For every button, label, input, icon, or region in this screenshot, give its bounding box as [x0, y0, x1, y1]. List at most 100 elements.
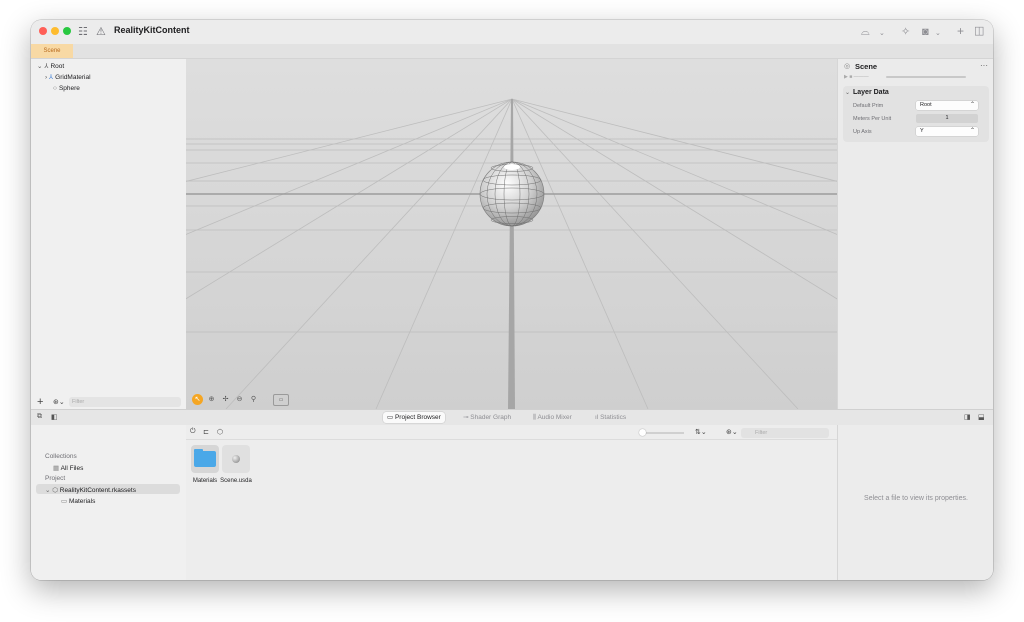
- sidebar-toggle-icon[interactable]: ◧: [51, 413, 58, 421]
- tree-item-label: Root: [50, 63, 65, 70]
- scene-icon: ◎: [844, 63, 851, 70]
- more-options-icon[interactable]: ···: [980, 61, 988, 70]
- material-icon: ⅄: [49, 74, 54, 81]
- collapse-chevron-icon[interactable]: ⌄: [845, 89, 850, 96]
- zoom-tool-icon[interactable]: ⚲: [248, 394, 259, 405]
- move-tool-icon[interactable]: ⊕: [206, 394, 217, 405]
- add-entity-icon[interactable]: +: [37, 396, 43, 408]
- filter-options-icon[interactable]: ⊛⌄: [726, 428, 738, 436]
- outline-footer: + ⊛⌄ Filter: [31, 395, 186, 409]
- filter-options-icon[interactable]: ⊛⌄: [53, 398, 65, 406]
- layer-data-section: ⌄ Layer Data Default Prim Root ⌃ Meters …: [843, 86, 989, 142]
- folder-icon: [194, 451, 216, 467]
- select-tool-icon[interactable]: ↖: [192, 394, 203, 405]
- meters-per-unit-field[interactable]: 1: [916, 114, 978, 123]
- tab-project-browser[interactable]: ▭ Project Browser: [383, 412, 445, 423]
- right-panel-toggle-icon[interactable]: ◨: [964, 413, 971, 421]
- icon-size-slider[interactable]: [642, 432, 684, 434]
- sphere-model[interactable]: [479, 161, 545, 227]
- folder-icon: ▭: [61, 498, 69, 505]
- all-files-item[interactable]: ▦ All Files: [53, 464, 83, 472]
- disclosure-open-icon: ⌄: [37, 63, 43, 70]
- package-icon: ⬡: [52, 487, 60, 494]
- tab-statistics[interactable]: ıl Statistics: [591, 412, 630, 423]
- tab-label: Project Browser: [394, 414, 441, 421]
- tree-item-root[interactable]: ⌄ ⅄ Root: [37, 62, 64, 72]
- tab-label: Shader Graph: [470, 414, 512, 421]
- project-browser: ⏻ ⊏ ⬡ ⇅⌄ ⊛⌄ Filter Materials Scene.usda: [186, 425, 837, 580]
- layer-data-title: Layer Data: [853, 89, 889, 96]
- new-folder-icon[interactable]: ⊏: [203, 428, 209, 436]
- browser-toolbar: ⏻ ⊏ ⬡ ⇅⌄ ⊛⌄ Filter: [186, 425, 837, 440]
- add-icon[interactable]: +: [957, 23, 964, 39]
- inspector-panel: ◎ Scene ··· ▶ ■ ——— ⌄ Layer Data Default…: [837, 59, 993, 409]
- file-tile-scene[interactable]: [222, 445, 250, 473]
- inspector-title: Scene: [855, 62, 878, 71]
- camera-menu-chevron-icon[interactable]: ⌄: [935, 26, 941, 42]
- file-tile-materials[interactable]: [191, 445, 219, 473]
- tab-audio-mixer[interactable]: ⫼ Audio Mixer: [529, 412, 576, 423]
- inspector-toggle-icon[interactable]: ◫: [974, 23, 984, 39]
- tab-scene[interactable]: Scene: [31, 44, 73, 58]
- playback-controls-icon[interactable]: ▶ ■ ———: [844, 74, 869, 80]
- collections-sidebar: Collections ▦ All Files Project ⌄ ⬡ Real…: [31, 425, 187, 580]
- up-axis-select[interactable]: Y ⌃: [916, 127, 978, 136]
- camera-icon[interactable]: ◙: [922, 24, 929, 40]
- project-item[interactable]: ⌄ ⬡ RealityKitContent.rkassets: [45, 486, 136, 494]
- headset-icon[interactable]: ⌓: [861, 24, 870, 40]
- file-properties-panel: Select a file to view its properties.: [837, 425, 993, 580]
- folder-tab-icon: [194, 449, 203, 452]
- minimize-window-button[interactable]: [51, 27, 59, 35]
- app-window: ☷ ⚠ RealityKitContent ⌓ ⌄ ✧ ◙ ⌄ + ◫ Scen…: [31, 20, 993, 580]
- browser-filter-input[interactable]: Filter: [741, 428, 829, 438]
- warning-icon[interactable]: ⚠: [96, 24, 106, 40]
- default-prim-value: Root: [920, 102, 932, 108]
- disclosure-closed-icon: ›: [45, 74, 48, 81]
- folder-icon: ▭: [387, 414, 395, 421]
- chevron-down-icon[interactable]: ⌄: [879, 26, 885, 42]
- icon-size-slider-knob[interactable]: [639, 429, 646, 436]
- file-label: Scene.usda: [220, 478, 252, 484]
- scene-viewport[interactable]: ↖ ⊕ ✢ ⊖ ⚲ ▭: [186, 59, 837, 409]
- collections-heading: Collections: [45, 453, 77, 460]
- viewport-canvas: [186, 59, 837, 409]
- bottom-panel-toggle-icon[interactable]: ⬓: [978, 413, 985, 421]
- default-prim-select[interactable]: Root ⌃: [916, 101, 978, 110]
- project-heading: Project: [45, 475, 66, 482]
- tree-item-label: Sphere: [58, 85, 80, 92]
- default-prim-label: Default Prim: [853, 103, 884, 109]
- window-title: RealityKitContent: [114, 25, 190, 35]
- zoom-window-button[interactable]: [63, 27, 71, 35]
- timeline-slider[interactable]: [886, 76, 966, 78]
- rotate-tool-icon[interactable]: ⊖: [234, 394, 245, 405]
- add-asset-icon[interactable]: ⬡: [217, 428, 223, 436]
- close-window-button[interactable]: [39, 27, 47, 35]
- hierarchy-icon: ⅄: [44, 63, 49, 70]
- sphere-icon: ○: [53, 85, 57, 92]
- title-bar: ☷ ⚠ RealityKitContent ⌓ ⌄ ✧ ◙ ⌄ + ◫: [31, 20, 993, 44]
- translate-tool-icon[interactable]: ✢: [220, 394, 231, 405]
- meters-per-unit-label: Meters Per Unit: [853, 116, 892, 122]
- import-icon[interactable]: ⏻: [190, 428, 196, 436]
- scene-sphere-icon: [232, 455, 240, 463]
- tree-item-label: GridMaterial: [55, 74, 91, 81]
- select-arrows-icon: ⌃: [969, 128, 975, 134]
- tab-shader-graph[interactable]: ⊸ Shader Graph: [459, 412, 515, 423]
- window-layout-icon[interactable]: ⧉: [37, 413, 42, 421]
- materials-label: Materials: [68, 498, 96, 505]
- tree-item-sphere[interactable]: ○ Sphere: [53, 84, 80, 94]
- project-name: RealityKitContent.rkassets: [59, 487, 136, 494]
- all-files-label: All Files: [60, 465, 84, 472]
- up-axis-value: Y: [920, 128, 924, 134]
- empty-properties-message: Select a file to view its properties.: [864, 495, 968, 502]
- up-axis-label: Up Axis: [853, 129, 872, 135]
- sparkle-icon[interactable]: ✧: [901, 24, 910, 40]
- document-tab-bar: Scene: [31, 44, 993, 59]
- materials-folder-item[interactable]: ▭ Materials: [61, 497, 95, 505]
- frame-tool-icon[interactable]: ▭: [273, 394, 289, 406]
- sidebar-list-icon[interactable]: ☷: [78, 24, 88, 40]
- tab-label: Audio Mixer: [537, 414, 572, 421]
- outline-filter-input[interactable]: Filter: [69, 397, 181, 407]
- sort-icon[interactable]: ⇅⌄: [695, 428, 707, 436]
- tree-item-gridmaterial[interactable]: › ⅄ GridMaterial: [45, 73, 91, 83]
